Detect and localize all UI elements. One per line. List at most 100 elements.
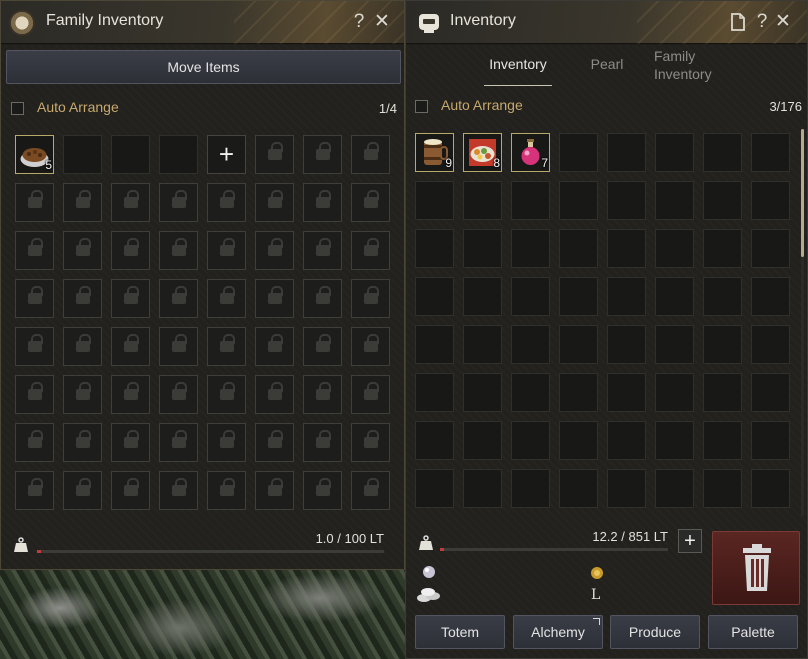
inventory-slot-empty[interactable] <box>751 277 790 316</box>
inventory-slot-locked[interactable] <box>63 231 102 270</box>
inventory-slot-empty[interactable] <box>415 373 454 412</box>
inventory-slot-empty[interactable] <box>703 421 742 460</box>
inventory-slot-empty[interactable] <box>607 469 646 508</box>
inventory-slot-locked[interactable] <box>111 183 150 222</box>
inventory-slot-locked[interactable] <box>15 231 54 270</box>
inventory-slot-locked[interactable] <box>207 375 246 414</box>
close-button[interactable]: ✕ <box>371 10 393 34</box>
alchemy-button[interactable]: Alchemy <box>513 615 603 649</box>
inventory-slot-empty[interactable] <box>511 181 550 220</box>
inventory-slot-empty[interactable] <box>655 277 694 316</box>
inventory-slot-locked[interactable] <box>351 231 390 270</box>
inventory-slot-locked[interactable] <box>159 375 198 414</box>
totem-button[interactable]: Totem <box>415 615 505 649</box>
trash-button[interactable] <box>712 531 800 605</box>
inventory-slot-empty[interactable] <box>655 325 694 364</box>
inventory-slot-empty[interactable] <box>703 229 742 268</box>
inventory-slot-empty[interactable] <box>415 229 454 268</box>
inventory-slot-locked[interactable] <box>111 279 150 318</box>
inventory-slot-locked[interactable] <box>63 327 102 366</box>
inventory-slot-locked[interactable] <box>255 231 294 270</box>
inventory-slot-item[interactable]: 9 <box>415 133 454 172</box>
move-items-button[interactable]: Move Items <box>6 50 401 84</box>
inventory-slot-empty[interactable] <box>703 181 742 220</box>
inventory-slot-empty[interactable] <box>703 277 742 316</box>
inventory-slot-empty[interactable] <box>559 277 598 316</box>
inventory-slot-empty[interactable] <box>607 325 646 364</box>
inventory-slot-locked[interactable] <box>255 375 294 414</box>
inventory-slot-locked[interactable] <box>207 423 246 462</box>
inventory-slot-empty[interactable] <box>511 277 550 316</box>
inventory-slot-empty[interactable] <box>463 229 502 268</box>
inventory-slot-locked[interactable] <box>303 471 342 510</box>
inventory-slot-locked[interactable] <box>63 183 102 222</box>
inventory-slot-locked[interactable] <box>63 279 102 318</box>
inventory-slot-empty[interactable] <box>511 373 550 412</box>
inventory-slot-locked[interactable] <box>159 279 198 318</box>
inventory-slot-empty[interactable] <box>655 229 694 268</box>
inventory-slot-empty[interactable] <box>63 135 102 174</box>
family-inventory-titlebar[interactable]: Family Inventory ? ✕ <box>1 1 404 44</box>
inventory-slot-locked[interactable] <box>351 423 390 462</box>
produce-button[interactable]: Produce <box>610 615 700 649</box>
inventory-slot-locked[interactable] <box>207 183 246 222</box>
inventory-slot-locked[interactable] <box>255 279 294 318</box>
inventory-slot-locked[interactable] <box>303 423 342 462</box>
scroll-thumb[interactable] <box>801 129 804 257</box>
inventory-slot-locked[interactable] <box>255 327 294 366</box>
palette-button[interactable]: Palette <box>708 615 798 649</box>
inventory-slot-locked[interactable] <box>303 183 342 222</box>
inventory-slot-locked[interactable] <box>351 183 390 222</box>
inventory-slot-locked[interactable] <box>63 471 102 510</box>
help-button[interactable]: ? <box>348 10 370 34</box>
inventory-slot-empty[interactable] <box>751 133 790 172</box>
inventory-slot-locked[interactable] <box>159 471 198 510</box>
inventory-slot-locked[interactable] <box>111 471 150 510</box>
auto-arrange-checkbox[interactable] <box>415 100 428 113</box>
inventory-slot-empty[interactable] <box>703 325 742 364</box>
inventory-slot-locked[interactable] <box>159 231 198 270</box>
inventory-slot-locked[interactable] <box>351 135 390 174</box>
inventory-slot-empty[interactable] <box>559 325 598 364</box>
inventory-slot-empty[interactable] <box>607 133 646 172</box>
inventory-slot-locked[interactable] <box>207 279 246 318</box>
document-icon[interactable] <box>729 12 747 32</box>
inventory-slot-locked[interactable] <box>159 327 198 366</box>
close-button[interactable]: ✕ <box>772 10 794 34</box>
inventory-slot-empty[interactable] <box>511 325 550 364</box>
inventory-slot-empty[interactable] <box>607 181 646 220</box>
inventory-slot-item[interactable]: 7 <box>511 133 550 172</box>
inventory-slot-empty[interactable] <box>463 469 502 508</box>
inventory-slot-empty[interactable] <box>511 229 550 268</box>
inventory-slot-empty[interactable] <box>751 469 790 508</box>
inventory-slot-locked[interactable] <box>15 471 54 510</box>
inventory-slot-locked[interactable] <box>351 471 390 510</box>
help-button[interactable]: ? <box>751 10 773 34</box>
inventory-slot-locked[interactable] <box>303 327 342 366</box>
inventory-slot-locked[interactable] <box>15 279 54 318</box>
inventory-slot-empty[interactable] <box>655 373 694 412</box>
inventory-slot-empty[interactable] <box>607 229 646 268</box>
inventory-slot-empty[interactable] <box>703 373 742 412</box>
inventory-slot-locked[interactable] <box>63 375 102 414</box>
inventory-slot-empty[interactable] <box>607 373 646 412</box>
inventory-slot-locked[interactable] <box>111 231 150 270</box>
inventory-slot-empty[interactable] <box>415 325 454 364</box>
inventory-slot-locked[interactable] <box>207 231 246 270</box>
inventory-slot-locked[interactable] <box>303 375 342 414</box>
inventory-slot-locked[interactable] <box>15 423 54 462</box>
inventory-slot-locked[interactable] <box>255 183 294 222</box>
inventory-slot-locked[interactable] <box>159 183 198 222</box>
inventory-slot-empty[interactable] <box>559 469 598 508</box>
inventory-slot-locked[interactable] <box>63 423 102 462</box>
inventory-slot-locked[interactable] <box>303 279 342 318</box>
inventory-slot-locked[interactable] <box>207 471 246 510</box>
inventory-slot-empty[interactable] <box>463 373 502 412</box>
inventory-slot-empty[interactable] <box>751 229 790 268</box>
inventory-slot-empty[interactable] <box>463 277 502 316</box>
inventory-slot-locked[interactable] <box>111 423 150 462</box>
inventory-slot-empty[interactable] <box>751 421 790 460</box>
inventory-slot-item[interactable]: 8 <box>463 133 502 172</box>
inventory-slot-empty[interactable] <box>559 229 598 268</box>
auto-arrange-checkbox[interactable] <box>11 102 24 115</box>
